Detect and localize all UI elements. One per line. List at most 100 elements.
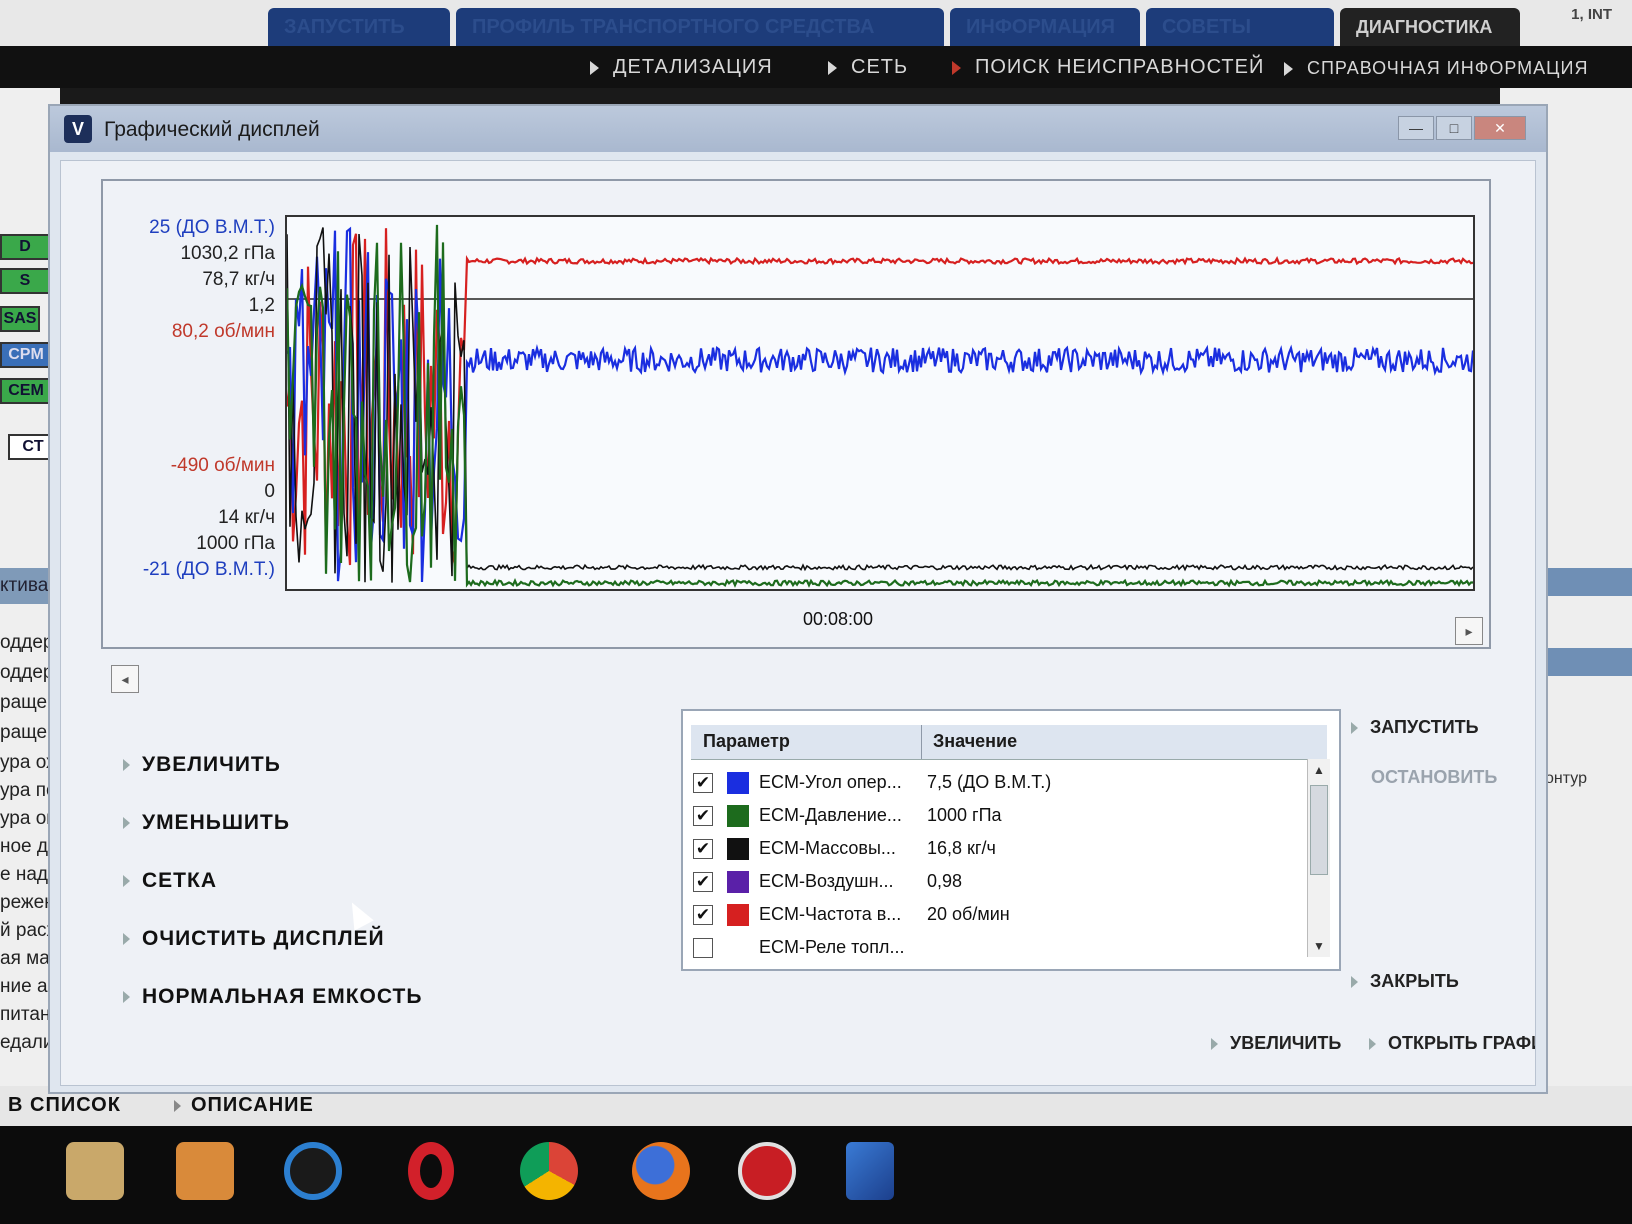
parameter-name: ECM-Реле топл... [759,937,905,957]
chrome-icon[interactable] [520,1142,578,1200]
y-axis-label: 80,2 об/мин [171,321,275,342]
zoom-out-button[interactable]: УМЕНЬШИТЬ [123,811,290,835]
network-node[interactable]: CPM [0,342,52,368]
subnav-label: СЕТЬ [851,56,909,78]
table-row[interactable]: ✔ ECM-Давление... 1000 гПа [693,800,1303,834]
table-scrollbar[interactable]: ▲ ▼ [1307,759,1330,957]
table-row[interactable]: ✔ ECM-Воздушн... 0,98 [693,866,1303,900]
table-row[interactable]: ✔ ECM-Частота в... 20 об/мин [693,899,1303,933]
parameter-value: 7,5 (ДО В.М.Т.) [927,772,1052,792]
triangle-right-icon [1211,1038,1218,1051]
zoom-in-button[interactable]: УВЕЛИЧИТЬ [123,753,281,777]
subnav-label: СПРАВОЧНАЯ ИНФОРМАЦИЯ [1307,58,1589,78]
row-checkbox[interactable]: ✔ [693,839,713,859]
top-tab-bar: ЗАПУСТИТЬ ПРОФИЛЬ ТРАНСПОРТНОГО СРЕДСТВА… [0,0,1632,46]
to-list-button[interactable]: В СПИСОК [8,1094,121,1117]
scroll-up-icon[interactable]: ▲ [1309,759,1329,781]
table-row[interactable]: ✔ ECM-Массовы... 16,8 кг/ч [693,833,1303,867]
app-logo-icon: V [64,115,92,143]
media-player-icon[interactable] [176,1142,234,1200]
file-explorer-icon[interactable] [66,1142,124,1200]
clear-display-button[interactable]: ОЧИСТИТЬ ДИСПЛЕЙ [123,927,385,951]
y-axis-label: 14 кг/ч [218,507,275,528]
row-checkbox[interactable]: ✔ [693,905,713,925]
action-label: УМЕНЬШИТЬ [142,811,290,834]
y-axis-label: 1,2 [248,295,275,316]
subnav-troubleshooting[interactable]: ПОИСК НЕИСПРАВНОСТЕЙ [952,56,1264,79]
mouse-cursor-icon [342,897,374,931]
y-axis-label: -21 (ДО В.М.Т.) [142,559,275,580]
graph-svg [285,224,1475,588]
sub-navigation: ДЕТАЛИЗАЦИЯ СЕТЬ ПОИСК НЕИСПРАВНОСТЕЙ СП… [0,46,1632,88]
scroll-left-button[interactable]: ◂ [111,665,139,693]
close-window-button[interactable]: ✕ [1474,116,1526,140]
tab-start[interactable]: ЗАПУСТИТЬ [268,8,450,46]
dialog-titlebar[interactable]: V Графический дисплей — □ ✕ [50,106,1546,152]
description-button[interactable]: ОПИСАНИЕ [174,1094,314,1117]
internet-explorer-icon[interactable] [284,1142,342,1200]
triangle-right-icon [1351,976,1358,989]
triangle-right-icon [123,991,130,1004]
diagnostic-app-icon[interactable] [738,1142,796,1200]
parameter-name: ECM-Воздушн... [759,871,894,891]
triangle-right-icon [123,817,130,830]
tab-diagnostics[interactable]: ДИАГНОСТИКА [1340,8,1520,46]
column-header-parameter[interactable]: Параметр [703,731,790,752]
action-label: УВЕЛИЧИТЬ [1230,1033,1342,1053]
y-axis-label: 0 [264,481,275,502]
series-color-swatch [727,805,749,827]
plot-area[interactable] [285,215,1475,591]
dialog-body: 25 (ДО В.М.Т.) 1030,2 гПа 78,7 кг/ч 1,2 80,2… [60,160,1536,1086]
row-checkbox[interactable]: ✔ [693,806,713,826]
triangle-right-icon [1351,722,1358,735]
triangle-right-icon [123,933,130,946]
table-row[interactable]: ECM-Реле топл... [693,932,1303,966]
firefox-icon[interactable] [632,1142,690,1200]
column-separator[interactable] [921,725,922,759]
start-button[interactable]: ЗАПУСТИТЬ [1351,717,1479,738]
parameter-name: ECM-Частота в... [759,904,902,924]
close-dialog-button[interactable]: ЗАКРЫТЬ [1351,971,1459,992]
series-color-swatch [727,772,749,794]
triangle-right-icon [1369,1038,1376,1051]
action-label: ОТКРЫТЬ ГРАФИЧЕС [1388,1033,1535,1053]
row-checkbox[interactable] [693,938,713,958]
scroll-thumb[interactable] [1310,785,1328,875]
normal-capacity-button[interactable]: НОРМАЛЬНАЯ ЕМКОСТЬ [123,985,422,1009]
series-color-swatch [727,871,749,893]
time-axis-label: 00:08:00 [803,609,874,629]
subnav-network[interactable]: СЕТЬ [828,56,908,79]
y-axis-label: 1030,2 гПа [180,243,275,264]
scroll-right-button[interactable]: ▸ [1455,617,1483,645]
parameter-value: 1000 гПа [927,805,1002,825]
tab-information[interactable]: ИНФОРМАЦИЯ [950,8,1140,46]
action-label: ОЧИСТИТЬ ДИСПЛЕЙ [142,927,385,950]
triangle-right-icon [1284,62,1293,77]
background-enlarge-button[interactable]: УВЕЛИЧИТЬ [1211,1033,1341,1054]
network-node[interactable]: D [0,234,50,260]
row-checkbox[interactable]: ✔ [693,872,713,892]
grid-button[interactable]: СЕТКА [123,869,217,893]
table-header: Параметр Значение [691,725,1327,760]
table-row[interactable]: ✔ ECM-Угол опер... 7,5 (ДО В.М.Т.) [693,767,1303,801]
parameter-table: Параметр Значение ✔ ECM-Угол опер... 7,5 (… [681,709,1341,971]
scroll-down-icon[interactable]: ▼ [1309,935,1329,957]
subnav-detail[interactable]: ДЕТАЛИЗАЦИЯ [590,56,773,79]
action-label: УВЕЛИЧИТЬ [142,753,281,776]
subnav-reference[interactable]: СПРАВОЧНАЯ ИНФОРМАЦИЯ [1284,58,1588,79]
network-node[interactable]: S [0,268,50,294]
row-checkbox[interactable]: ✔ [693,773,713,793]
open-graph-button[interactable]: ОТКРЫТЬ ГРАФИЧЕС [1369,1033,1535,1054]
maximize-button[interactable]: □ [1436,116,1472,140]
tab-tips[interactable]: СОВЕТЫ [1146,8,1334,46]
subnav-label: ПОИСК НЕИСПРАВНОСТЕЙ [975,56,1265,78]
network-node[interactable]: SAS [0,306,40,332]
triangle-right-icon [952,60,961,75]
network-node[interactable]: CEM [0,378,52,404]
tab-vehicle-profile[interactable]: ПРОФИЛЬ ТРАНСПОРТНОГО СРЕДСТВА [456,8,944,46]
subnav-label: ДЕТАЛИЗАЦИЯ [613,56,773,78]
opera-icon[interactable] [408,1142,454,1200]
column-header-value[interactable]: Значение [933,731,1017,752]
minimize-button[interactable]: — [1398,116,1434,140]
virtualbox-icon[interactable] [846,1142,894,1200]
